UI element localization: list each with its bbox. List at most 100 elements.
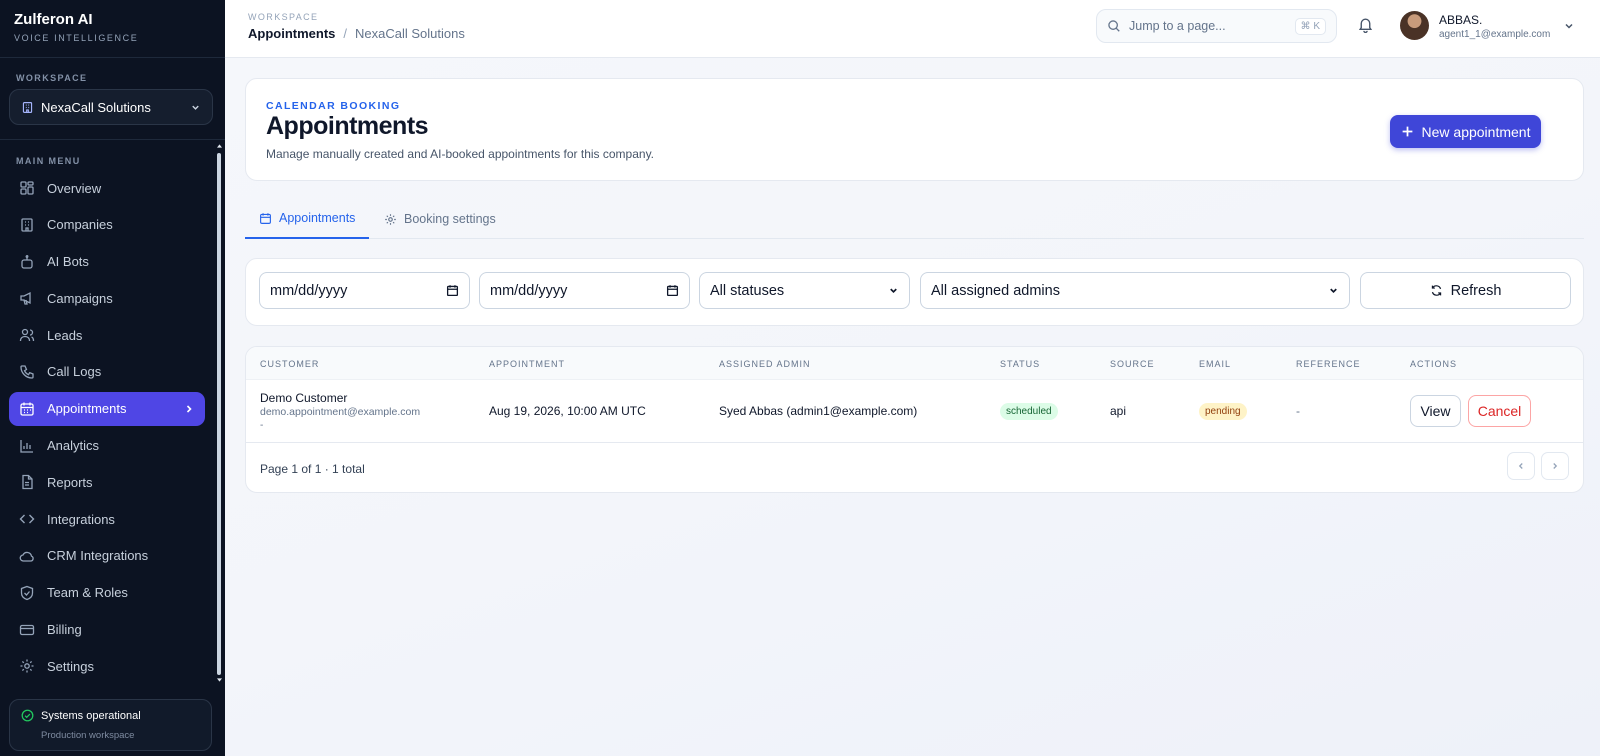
sidebar-item-label: Team & Roles bbox=[47, 585, 128, 601]
check-circle-icon bbox=[21, 709, 41, 722]
view-button[interactable]: View bbox=[1410, 395, 1461, 427]
sidebar-item-reports[interactable]: Reports bbox=[9, 465, 205, 499]
date-from-value: mm/dd/yyyy bbox=[270, 282, 348, 299]
breadcrumb-parent[interactable]: NexaCall Solutions bbox=[355, 26, 465, 41]
topbar: WORKSPACE Appointments / NexaCall Soluti… bbox=[225, 0, 1600, 58]
sidebar-item-companies[interactable]: Companies bbox=[9, 208, 205, 242]
calendar-icon bbox=[259, 212, 272, 225]
main-content: CALENDAR BOOKING Appointments Manage man… bbox=[225, 58, 1600, 756]
sidebar-item-label: Billing bbox=[47, 622, 82, 638]
sidebar-item-label: Leads bbox=[47, 327, 83, 343]
sidebar-item-label: Companies bbox=[47, 217, 113, 233]
sidebar-item-call-logs[interactable]: Call Logs bbox=[9, 355, 205, 389]
brand-tagline: VOICE INTELLIGENCE bbox=[14, 33, 139, 43]
scrollbar-thumb[interactable] bbox=[217, 153, 221, 675]
page-description: Manage manually created and AI-booked ap… bbox=[266, 147, 655, 161]
scroll-up-icon bbox=[217, 144, 222, 148]
sidebar-item-label: Campaigns bbox=[47, 290, 113, 306]
grid-icon bbox=[19, 180, 35, 196]
reference-value: - bbox=[1296, 404, 1300, 418]
main-menu-label: MAIN MENU bbox=[16, 156, 81, 166]
new-appointment-label: New appointment bbox=[1421, 123, 1531, 140]
shield-icon bbox=[19, 585, 35, 601]
assigned-admin: Syed Abbas (admin1@example.com) bbox=[719, 404, 918, 418]
search-input[interactable]: Jump to a page... ⌘ K bbox=[1096, 9, 1337, 43]
admin-select[interactable]: All assigned admins bbox=[920, 272, 1350, 309]
calendar-icon bbox=[19, 401, 35, 417]
status-select[interactable]: All statuses bbox=[699, 272, 910, 309]
sidebar-item-leads[interactable]: Leads bbox=[9, 318, 205, 352]
tab-label: Appointments bbox=[279, 211, 356, 225]
refresh-button[interactable]: Refresh bbox=[1360, 272, 1571, 309]
sidebar-item-campaigns[interactable]: Campaigns bbox=[9, 281, 205, 315]
email-status-badge: pending bbox=[1199, 403, 1247, 420]
pagination-summary: Page 1 of 1 · 1 total bbox=[260, 462, 365, 476]
workspace-select[interactable]: NexaCall Solutions bbox=[9, 89, 213, 125]
column-header: STATUS bbox=[1000, 359, 1041, 369]
tab-bar: Appointments Booking settings bbox=[245, 199, 1584, 239]
cloud-icon bbox=[19, 548, 35, 564]
sidebar-item-label: Overview bbox=[47, 180, 102, 196]
tab-appointments[interactable]: Appointments bbox=[245, 199, 370, 239]
date-from-input[interactable]: mm/dd/yyyy bbox=[259, 272, 470, 309]
sidebar-item-analytics[interactable]: Analytics bbox=[9, 429, 205, 463]
building-icon bbox=[19, 217, 35, 233]
table-header: CUSTOMER APPOINTMENT ASSIGNED ADMIN STAT… bbox=[246, 347, 1583, 380]
megaphone-icon bbox=[19, 290, 35, 306]
system-status-card: Systems operational Production workspace bbox=[9, 699, 212, 751]
sidebar-item-ai-bots[interactable]: AI Bots bbox=[9, 245, 205, 279]
filters-card: mm/dd/yyyy mm/dd/yyyy All statuses All a… bbox=[245, 258, 1584, 326]
user-name[interactable]: ABBAS. bbox=[1439, 13, 1482, 27]
sidebar-item-settings[interactable]: Settings bbox=[9, 649, 205, 683]
page-title: Appointments bbox=[266, 112, 429, 140]
sidebar: Zulferon AI VOICE INTELLIGENCE WORKSPACE… bbox=[0, 0, 225, 756]
chevron-down-icon bbox=[1328, 285, 1339, 296]
sidebar-item-appointments[interactable]: Appointments bbox=[9, 391, 205, 426]
status-badge: scheduled bbox=[1000, 403, 1058, 420]
brand: Zulferon AI VOICE INTELLIGENCE bbox=[14, 11, 138, 43]
sidebar-item-label: Analytics bbox=[47, 438, 100, 454]
breadcrumb-current: Appointments bbox=[248, 26, 336, 41]
chevron-down-icon[interactable] bbox=[1563, 20, 1575, 32]
customer-email: demo.appointment@example.com bbox=[260, 406, 421, 418]
avatar[interactable] bbox=[1400, 11, 1429, 40]
system-status-title: Systems operational bbox=[41, 709, 141, 722]
notifications-bell-icon[interactable] bbox=[1357, 16, 1374, 33]
tab-booking-settings[interactable]: Booking settings bbox=[370, 199, 510, 239]
date-to-input[interactable]: mm/dd/yyyy bbox=[479, 272, 690, 309]
refresh-icon bbox=[1430, 284, 1443, 297]
breadcrumb: Appointments / NexaCall Solutions bbox=[248, 26, 465, 41]
sidebar-item-team-roles[interactable]: Team & Roles bbox=[9, 576, 205, 610]
search-icon bbox=[1107, 19, 1121, 33]
workspace-select-value: NexaCall Solutions bbox=[41, 99, 151, 115]
new-appointment-button[interactable]: New appointment bbox=[1390, 115, 1541, 148]
search-placeholder: Jump to a page... bbox=[1129, 19, 1226, 33]
sidebar-item-crm-integrations[interactable]: CRM Integrations bbox=[9, 539, 205, 573]
previous-page-button[interactable] bbox=[1507, 452, 1535, 480]
topbar-workspace-label: WORKSPACE bbox=[248, 12, 319, 22]
column-header: SOURCE bbox=[1110, 359, 1155, 369]
sidebar-item-label: AI Bots bbox=[47, 254, 89, 270]
phone-icon bbox=[19, 364, 35, 380]
column-header: ACTIONS bbox=[1410, 359, 1458, 369]
sidebar-scrollbar[interactable] bbox=[217, 143, 222, 683]
appointments-table: CUSTOMER APPOINTMENT ASSIGNED ADMIN STAT… bbox=[245, 346, 1584, 493]
cancel-button[interactable]: Cancel bbox=[1468, 395, 1531, 427]
plus-icon bbox=[1401, 125, 1414, 138]
sidebar-item-billing[interactable]: Billing bbox=[9, 613, 205, 647]
sidebar-item-integrations[interactable]: Integrations bbox=[9, 502, 205, 536]
table-row: Demo Customer demo.appointment@example.c… bbox=[246, 380, 1583, 443]
chevron-right-icon bbox=[1550, 461, 1560, 471]
chevron-right-icon bbox=[183, 403, 195, 415]
date-to-value: mm/dd/yyyy bbox=[490, 282, 568, 299]
next-page-button[interactable] bbox=[1541, 452, 1569, 480]
sidebar-item-overview[interactable]: Overview bbox=[9, 171, 205, 205]
tab-label: Booking settings bbox=[404, 212, 496, 226]
search-shortcut: ⌘ K bbox=[1294, 17, 1326, 35]
status-select-value: All statuses bbox=[710, 282, 785, 299]
appointment-time: Aug 19, 2026, 10:00 AM UTC bbox=[489, 404, 646, 418]
scroll-down-icon bbox=[217, 678, 222, 682]
sidebar-item-label: CRM Integrations bbox=[47, 548, 149, 564]
user-email: agent1_1@example.com bbox=[1439, 29, 1551, 40]
column-header: ASSIGNED ADMIN bbox=[719, 359, 811, 369]
